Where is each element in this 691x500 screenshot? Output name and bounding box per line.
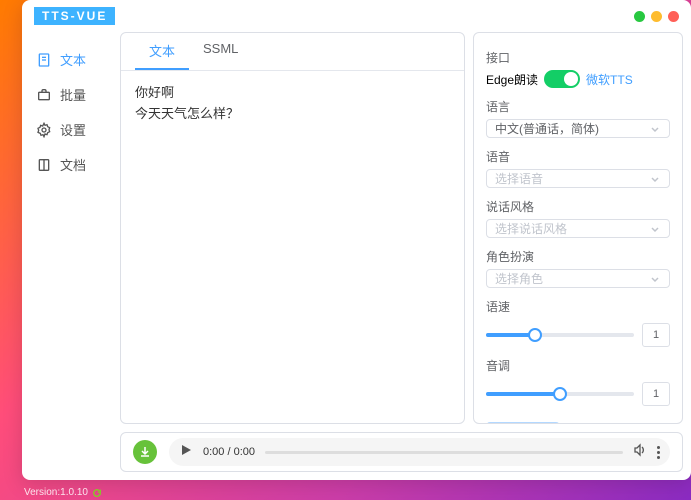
- play-button[interactable]: [179, 443, 193, 462]
- center-panel: 文本 SSML 你好啊 今天天气怎么样？: [120, 32, 465, 424]
- maximize-button[interactable]: [651, 11, 662, 22]
- role-label: 角色扮演: [486, 248, 670, 265]
- chevron-down-icon: [649, 173, 661, 185]
- tab-text[interactable]: 文本: [135, 33, 189, 70]
- sidebar-item-docs[interactable]: 文档: [22, 147, 112, 182]
- sidebar-item-label: 文本: [60, 50, 86, 69]
- tab-ssml[interactable]: SSML: [189, 33, 252, 70]
- action-row: 保存配置 默认 开始转换: [486, 422, 670, 424]
- text-editor[interactable]: 你好啊 今天天气怎么样？: [121, 71, 464, 423]
- play-icon: [179, 443, 193, 457]
- sidebar-item-label: 设置: [60, 120, 86, 139]
- titlebar: TTS-VUE: [22, 0, 691, 32]
- sidebar-item-text[interactable]: 文本: [22, 42, 112, 77]
- speed-row: 1: [486, 323, 670, 347]
- ms-tts-label: 微软TTS: [586, 71, 633, 88]
- role-select[interactable]: 选择角色: [486, 269, 670, 288]
- time-display: 0:00 / 0:00: [203, 446, 255, 458]
- app-window: TTS-VUE 文本 批量 设置 文档: [22, 0, 691, 480]
- save-box: 保存配置 默认: [486, 422, 560, 424]
- lang-select[interactable]: 中文(普通话，简体): [486, 119, 670, 138]
- lang-label: 语言: [486, 98, 670, 115]
- refresh-icon[interactable]: [92, 488, 102, 498]
- style-placeholder: 选择说话风格: [495, 220, 567, 237]
- style-label: 说话风格: [486, 198, 670, 215]
- download-button[interactable]: [133, 440, 157, 464]
- book-icon: [36, 157, 52, 173]
- app-title: TTS-VUE: [34, 7, 115, 25]
- sidebar: 文本 批量 设置 文档: [22, 32, 112, 424]
- main-area: 文本 批量 设置 文档 文本 SSML 你好啊 今天天气怎么样？: [22, 32, 691, 432]
- sidebar-item-label: 文档: [60, 155, 86, 174]
- speed-label: 语速: [486, 298, 670, 315]
- chevron-down-icon: [649, 123, 661, 135]
- volume-icon: [633, 443, 647, 457]
- voice-label: 语音: [486, 148, 670, 165]
- audio-player: 0:00 / 0:00: [120, 432, 683, 472]
- download-icon: [139, 446, 151, 458]
- sidebar-item-settings[interactable]: 设置: [22, 112, 112, 147]
- speed-value[interactable]: 1: [642, 323, 670, 347]
- api-label: 接口: [486, 49, 670, 66]
- version-label: Version:1.0.10: [24, 487, 102, 498]
- style-select[interactable]: 选择说话风格: [486, 219, 670, 238]
- pitch-label: 音调: [486, 357, 670, 374]
- more-button[interactable]: [657, 446, 660, 459]
- sidebar-item-batch[interactable]: 批量: [22, 77, 112, 112]
- chevron-down-icon: [649, 223, 661, 235]
- window-controls: [634, 11, 679, 22]
- play-controls: 0:00 / 0:00: [169, 438, 670, 466]
- role-placeholder: 选择角色: [495, 270, 543, 287]
- minimize-button[interactable]: [634, 11, 645, 22]
- progress-bar[interactable]: [265, 451, 623, 454]
- pitch-slider[interactable]: [486, 392, 634, 396]
- chevron-down-icon: [649, 273, 661, 285]
- pitch-row: 1: [486, 382, 670, 406]
- lang-value: 中文(普通话，简体): [495, 120, 599, 137]
- api-switch[interactable]: [544, 70, 580, 88]
- edge-label: Edge朗读: [486, 71, 538, 88]
- api-row: Edge朗读 微软TTS: [486, 70, 670, 88]
- sidebar-item-label: 批量: [60, 85, 86, 104]
- briefcase-icon: [36, 87, 52, 103]
- gear-icon: [36, 122, 52, 138]
- voice-placeholder: 选择语音: [495, 170, 543, 187]
- close-button[interactable]: [668, 11, 679, 22]
- document-icon: [36, 52, 52, 68]
- editor-line: 你好啊: [135, 83, 450, 104]
- settings-panel: 接口 Edge朗读 微软TTS 语言 中文(普通话，简体) 语音 选择语音 说话…: [473, 32, 683, 424]
- pitch-value[interactable]: 1: [642, 382, 670, 406]
- volume-button[interactable]: [633, 443, 647, 462]
- editor-line: 今天天气怎么样？: [135, 104, 450, 125]
- voice-select[interactable]: 选择语音: [486, 169, 670, 188]
- speed-slider[interactable]: [486, 333, 634, 337]
- editor-tabs: 文本 SSML: [121, 33, 464, 71]
